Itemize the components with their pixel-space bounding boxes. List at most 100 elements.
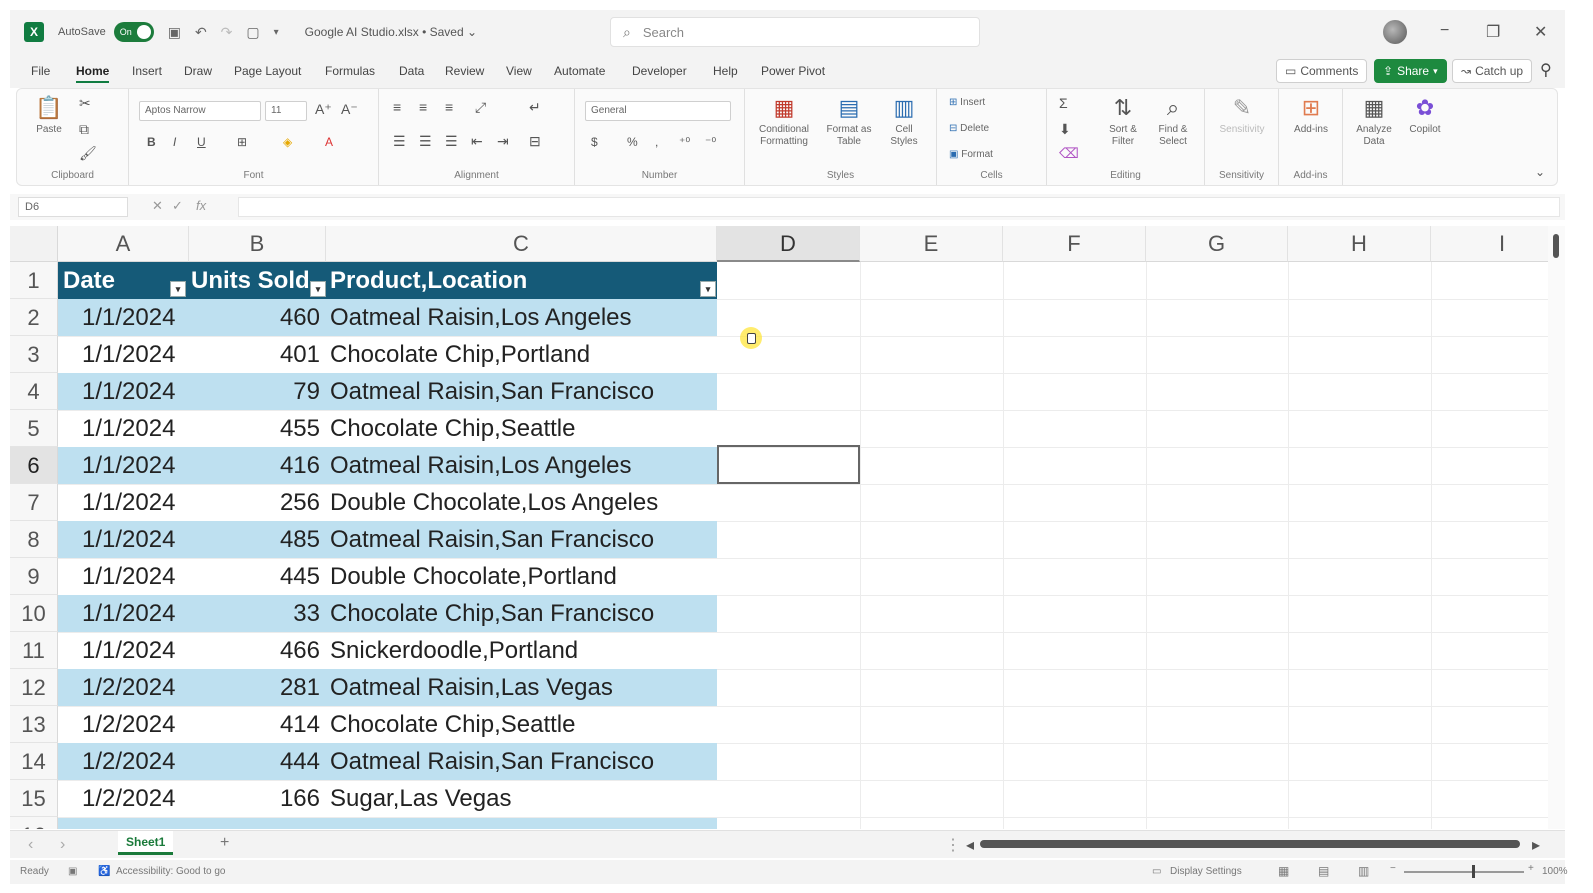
prev-sheet-icon[interactable]: ‹ [28,836,33,854]
undo-icon[interactable]: ↶ [195,24,207,41]
row-header[interactable]: 3 [10,336,58,373]
form-icon[interactable]: ▢ [246,24,259,41]
row-header[interactable]: 15 [10,780,58,817]
number-format-select[interactable]: General [585,101,731,121]
cell-product-location[interactable]: Chocolate Chip,Portland [326,336,717,373]
decrease-decimal-icon[interactable]: ⁻⁰ [705,135,716,149]
scrollbar-thumb[interactable] [1553,234,1559,258]
cell-date[interactable]: 1/1/2024 [58,299,189,336]
copilot-button[interactable]: ✿ Copilot [1401,95,1449,136]
column-header-a[interactable]: A [58,226,189,262]
align-center-icon[interactable]: ☰ [419,133,432,150]
filter-dropdown-icon[interactable]: ▾ [310,281,326,297]
row-header[interactable]: 13 [10,706,58,743]
cell-date[interactable]: 1/2/2024 [58,780,189,817]
tab-draw[interactable]: Draw [184,64,212,78]
tab-automate[interactable]: Automate [554,64,605,78]
insert-cells-button[interactable]: ⊞ Insert [949,97,985,109]
tab-review[interactable]: Review [445,64,484,78]
cell-date[interactable]: 1/1/2024 [58,595,189,632]
cell-units[interactable]: 485 [189,521,326,558]
underline-icon[interactable]: U [197,135,206,149]
zoom-slider[interactable] [1404,871,1524,873]
align-top-icon[interactable]: ≡ [393,99,401,115]
tab-home[interactable]: Home [76,64,110,83]
tab-file[interactable]: File [31,64,50,78]
row-header[interactable]: 7 [10,484,58,521]
column-header-c[interactable]: C [326,226,717,262]
cell-product-location[interactable]: Snickerdoodle,Portland [326,632,717,669]
name-box[interactable]: D6 [18,197,128,217]
accessibility-status[interactable]: Accessibility: Good to go [116,866,226,877]
tab-view[interactable]: View [506,64,532,78]
align-left-icon[interactable]: ☰ [393,133,406,150]
cell-units[interactable]: 460 [189,299,326,336]
avatar[interactable] [1383,20,1407,44]
column-header-h[interactable]: H [1288,226,1431,262]
cell-units[interactable]: 455 [189,410,326,447]
row-header[interactable]: 5 [10,410,58,447]
function-icon[interactable]: fx [196,198,206,213]
display-settings-icon[interactable]: ▭ [1152,866,1161,877]
cell-units[interactable]: 414 [189,706,326,743]
header-units-sold[interactable]: Units Sold [189,262,326,299]
format-painter-icon[interactable]: 🖌 [79,145,97,162]
row-header-selected[interactable]: 6 [10,447,58,484]
orientation-icon[interactable]: ⤢ [475,99,486,116]
row-header[interactable]: 8 [10,521,58,558]
cell-units[interactable]: 256 [189,484,326,521]
font-color-icon[interactable]: A [325,135,333,149]
clear-icon[interactable]: ⌫ [1059,145,1079,162]
horizontal-scrollbar[interactable] [980,840,1520,848]
copy-icon[interactable]: ⧉ [79,121,89,138]
column-header-f[interactable]: F [1003,226,1146,262]
delete-cells-button[interactable]: ⊟ Delete [949,123,989,135]
cell-styles-button[interactable]: ▥ Cell Styles [881,95,927,148]
tab-help[interactable]: Help [713,64,738,78]
cell-product-location[interactable]: Chocolate Chip,San Francisco [326,595,717,632]
cell-product-location[interactable]: Chocolate Chip,Seattle [326,706,717,743]
collapse-ribbon-icon[interactable]: ⌄ [1535,165,1545,179]
currency-icon[interactable]: $ [591,135,598,149]
column-header-b[interactable]: B [189,226,326,262]
cell-units[interactable]: 33 [189,595,326,632]
minimize-icon[interactable]: − [1440,22,1449,40]
tab-power-pivot[interactable]: Power Pivot [761,64,825,78]
format-cells-button[interactable]: ▣ Format [949,149,993,161]
column-header-d[interactable]: D [717,226,860,262]
wrap-text-icon[interactable]: ↵ [529,99,541,116]
redo-icon[interactable]: ↷ [221,24,233,41]
cell-date[interactable]: 1/2/2024 [58,669,189,706]
cell-date[interactable]: 1/2/2024 [58,743,189,780]
zoom-out-icon[interactable]: − [1390,863,1396,874]
cell-date[interactable]: 1/1/2024 [58,632,189,669]
restore-icon[interactable]: ❐ [1486,22,1500,42]
cell-units[interactable]: 401 [189,336,326,373]
sheet-tab-sheet1[interactable]: Sheet1 [118,831,174,855]
filter-dropdown-icon[interactable]: ▾ [170,281,186,297]
font-size-select[interactable]: 11 [265,101,307,121]
cell-product-location[interactable]: Double Chocolate,Los Angeles [326,484,717,521]
column-header-e[interactable]: E [860,226,1003,262]
filter-dropdown-icon[interactable]: ▾ [700,281,716,297]
catch-up-button[interactable]: ↝ Catch up [1452,59,1533,83]
find-select-button[interactable]: ⌕ Find & Select [1149,95,1197,148]
zoom-in-icon[interactable]: + [1528,863,1534,874]
macro-record-icon[interactable]: ▣ [68,866,77,877]
row-header[interactable]: 1 [10,262,58,299]
tab-developer[interactable]: Developer [632,64,687,78]
increase-indent-icon[interactable]: ⇥ [497,133,509,150]
comma-icon[interactable]: , [655,135,658,149]
cell-product-location[interactable]: Oatmeal Raisin,Las Vegas [326,669,717,706]
cut-icon[interactable]: ✂ [79,95,91,112]
conditional-formatting-button[interactable]: ▦ Conditional Formatting [749,95,819,148]
column-header-i[interactable]: I [1431,226,1548,262]
increase-decimal-icon[interactable]: ⁺⁰ [679,135,690,149]
increase-font-icon[interactable]: A⁺ [315,101,332,118]
zoom-slider-knob[interactable] [1472,865,1475,878]
share-button[interactable]: ⇪ Share ▾ [1374,59,1447,83]
autosave-toggle[interactable]: On [113,22,154,42]
cell-date[interactable]: 1/2/2024 [58,706,189,743]
align-right-icon[interactable]: ☰ [445,133,458,150]
cell-units[interactable]: 444 [189,743,326,780]
